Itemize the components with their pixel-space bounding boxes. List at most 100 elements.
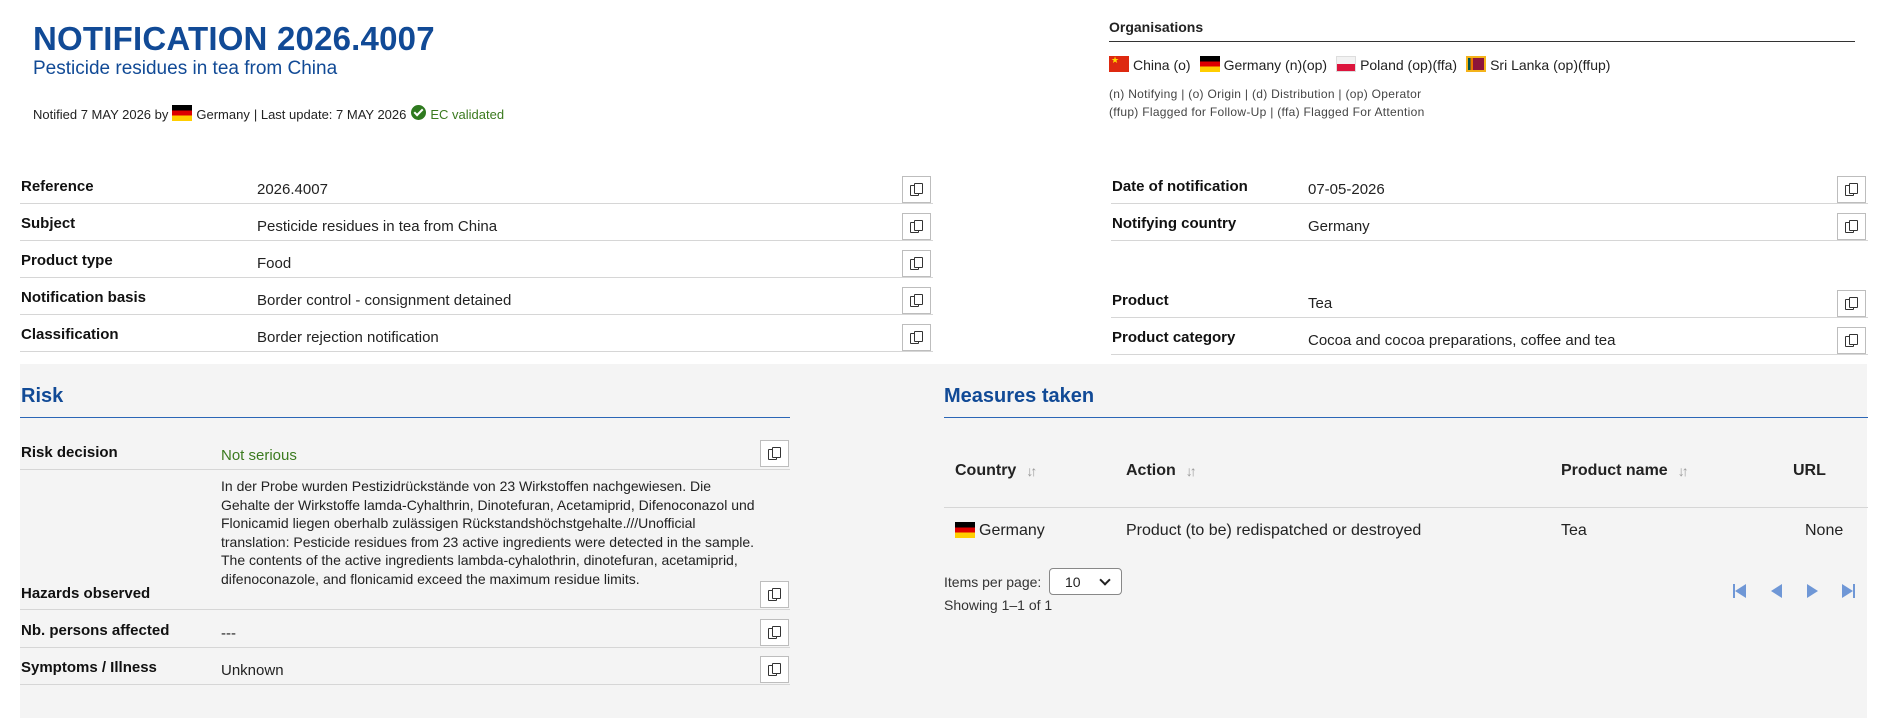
page-title: NOTIFICATION 2026.4007: [33, 20, 435, 57]
field-value: Pesticide residues in tea from China: [257, 218, 498, 235]
field-product-type: Product type Food: [20, 248, 933, 278]
column-header-url: URL: [1793, 462, 1826, 480]
check-circle-icon: [411, 104, 427, 120]
copy-button[interactable]: [1837, 176, 1866, 203]
copy-button[interactable]: [760, 581, 789, 608]
copy-icon: [768, 663, 781, 676]
table-cell-product: Tea: [1561, 522, 1587, 539]
copy-icon: [768, 447, 781, 460]
copy-button[interactable]: [902, 176, 931, 203]
chevron-down-icon: [1099, 574, 1111, 586]
copy-button[interactable]: [902, 213, 931, 240]
copy-icon: [910, 257, 923, 270]
copy-button[interactable]: [760, 619, 789, 646]
table-header-divider: [944, 507, 1868, 508]
organisation-label: Germany (n)(op): [1223, 57, 1328, 73]
field-symptoms: Symptoms / Illness Unknown: [20, 655, 790, 685]
risk-decision-value: Not serious: [221, 447, 297, 464]
organisation-label: Sri Lanka (op)(ffup): [1490, 57, 1611, 73]
copy-button[interactable]: [902, 250, 931, 277]
organisations-title: Organisations: [1109, 19, 1204, 35]
field-label: Reference: [21, 178, 94, 195]
items-per-page-label: Items per page:: [944, 574, 1042, 590]
field-label: Subject: [21, 215, 76, 232]
copy-button[interactable]: [760, 656, 789, 683]
next-page-button[interactable]: [1803, 582, 1821, 600]
notified-country: Germany: [196, 106, 250, 122]
cell-text: Germany: [979, 522, 1045, 539]
last-page-button[interactable]: [1839, 582, 1857, 600]
field-label: Hazards observed: [21, 585, 151, 602]
column-header-action[interactable]: Action ↓↑: [1126, 462, 1197, 480]
copy-button[interactable]: [760, 440, 789, 467]
copy-icon: [1845, 183, 1858, 196]
sort-icon[interactable]: ↓↑: [1026, 463, 1037, 479]
copy-icon: [910, 294, 923, 307]
copy-button[interactable]: [902, 324, 931, 351]
germany-flag-icon: [1199, 56, 1220, 72]
notification-meta: Notified 7 MAY 2026 by Germany | Last up…: [33, 104, 504, 122]
field-label: Notifying country: [1112, 215, 1237, 232]
field-persons-affected: Nb. persons affected ---: [20, 618, 790, 648]
previous-page-button[interactable]: [1767, 582, 1785, 600]
column-header-label: Action: [1126, 462, 1176, 479]
copy-button[interactable]: [1837, 213, 1866, 240]
field-label: Classification: [21, 326, 119, 343]
column-header-product-name[interactable]: Product name ↓↑: [1561, 462, 1689, 480]
last-update: | Last update: 7 MAY 2026: [253, 106, 407, 122]
field-classification: Classification Border rejection notifica…: [20, 322, 933, 352]
field-value: Germany: [1308, 218, 1370, 235]
copy-button[interactable]: [902, 287, 931, 314]
column-header-label: Country: [955, 462, 1017, 479]
organisation-china[interactable]: China (o): [1109, 54, 1191, 73]
copy-button[interactable]: [1837, 327, 1866, 354]
measures-section-title: Measures taken: [944, 385, 1095, 407]
previous-page-icon: [1770, 584, 1782, 598]
last-page-arrow-icon: [1841, 584, 1853, 598]
column-header-label: Product name: [1561, 462, 1668, 479]
field-value: ---: [221, 625, 236, 642]
field-product: Product Tea: [1111, 288, 1868, 318]
organisations-list: China (o) Germany (n)(op) Poland (op)(ff…: [1109, 54, 1619, 73]
field-label: Product type: [21, 252, 113, 269]
field-notifying-country: Notifying country Germany: [1111, 211, 1868, 241]
copy-icon: [910, 183, 923, 196]
organisation-germany[interactable]: Germany (n)(op): [1199, 56, 1328, 73]
column-header-country[interactable]: Country ↓↑: [955, 462, 1037, 480]
organisation-sri-lanka[interactable]: Sri Lanka (op)(ffup): [1466, 56, 1611, 73]
field-label: Risk decision: [21, 444, 118, 461]
field-subject: Subject Pesticide residues in tea from C…: [20, 211, 933, 241]
items-per-page-value: 10: [1065, 573, 1081, 590]
field-value: Border control - consignment detained: [257, 292, 512, 309]
field-label: Notification basis: [21, 289, 147, 306]
notified-date: Notified 7 MAY 2026 by: [33, 106, 169, 122]
field-label: Product category: [1112, 329, 1236, 346]
page-subtitle: Pesticide residues in tea from China: [33, 58, 338, 79]
field-risk-decision: Risk decision Not serious: [20, 440, 790, 470]
first-page-button[interactable]: [1730, 582, 1748, 600]
sort-icon[interactable]: ↓↑: [1186, 463, 1197, 479]
hazards-observed-value: In der Probe wurden Pestizidrückstände v…: [221, 478, 755, 587]
field-label: Nb. persons affected: [21, 622, 170, 639]
sort-icon[interactable]: ↓↑: [1678, 463, 1689, 479]
copy-icon: [910, 220, 923, 233]
field-reference: Reference 2026.4007: [20, 174, 933, 204]
field-label: Date of notification: [1112, 178, 1248, 195]
field-value: Tea: [1308, 295, 1333, 312]
copy-button[interactable]: [1837, 290, 1866, 317]
next-page-icon: [1806, 584, 1818, 598]
poland-flag-icon: [1336, 56, 1357, 72]
ec-validated-badge: EC validated: [406, 104, 504, 122]
field-label: Product: [1112, 292, 1169, 309]
china-flag-icon: [1109, 54, 1129, 72]
sri-lanka-flag-icon: [1466, 56, 1487, 72]
field-value: Unknown: [221, 662, 284, 679]
field-notification-basis: Notification basis Border control - cons…: [20, 285, 933, 315]
pagination-range: Showing 1–1 of 1: [944, 597, 1053, 613]
items-per-page-select[interactable]: 10: [1049, 568, 1122, 595]
copy-icon: [768, 588, 781, 601]
copy-icon: [1845, 220, 1858, 233]
copy-icon: [768, 626, 781, 639]
organisation-poland[interactable]: Poland (op)(ffa): [1336, 56, 1457, 73]
field-value: Cocoa and cocoa preparations, coffee and…: [1308, 332, 1616, 349]
